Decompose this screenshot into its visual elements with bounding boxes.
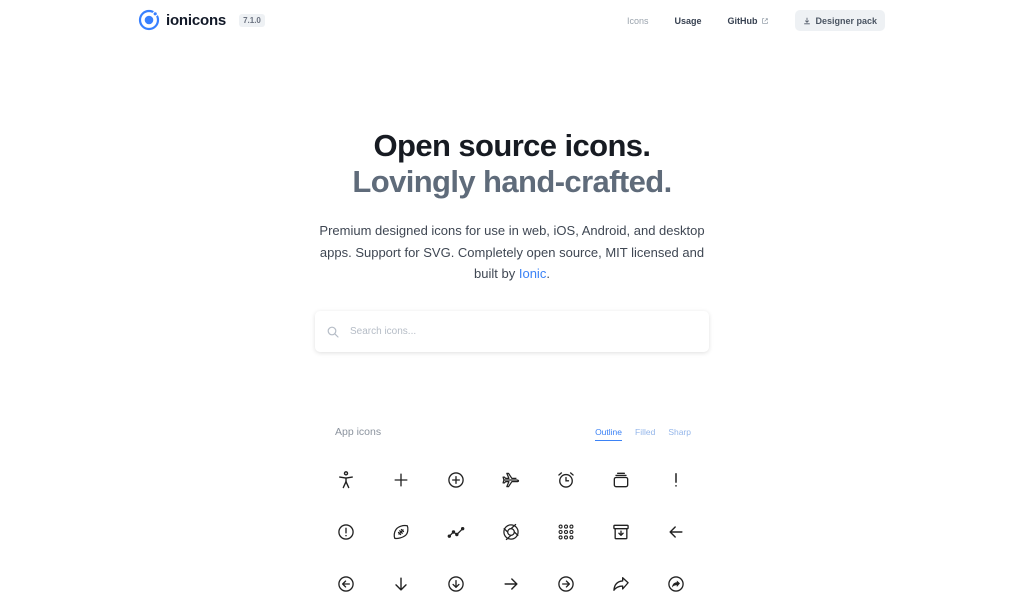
add-circle-icon (448, 472, 464, 488)
arrow-forward-icon (504, 578, 518, 590)
arrow-redo-circle-icon (668, 576, 684, 592)
icon-tile-arrow-forward[interactable] (497, 570, 525, 598)
nav-github-link[interactable]: GitHub (727, 16, 769, 26)
arrow-down-circle-icon (448, 576, 464, 592)
icon-tile-alert[interactable] (662, 466, 690, 494)
icon-tile-airplane[interactable] (497, 466, 525, 494)
icon-tile-arrow-down[interactable] (387, 570, 415, 598)
tab-sharp[interactable]: Sharp (668, 427, 691, 441)
icon-tile-analytics[interactable] (442, 518, 470, 546)
icon-tile-arrow-redo-circle[interactable] (662, 570, 690, 598)
airplane-icon (502, 472, 520, 488)
albums-icon (613, 472, 629, 488)
add-icon (394, 473, 408, 487)
hero-description-end: . (546, 266, 550, 281)
icon-tile-accessibility[interactable] (332, 466, 360, 494)
accessibility-icon (339, 471, 353, 489)
analytics-icon (447, 526, 465, 538)
alert-icon (675, 473, 677, 487)
arrow-forward-circle-icon (558, 576, 574, 592)
arrow-down-icon (395, 577, 407, 591)
alarm-icon (558, 472, 574, 488)
american-football-icon (393, 524, 409, 540)
icon-tile-arrow-down-circle[interactable] (442, 570, 470, 598)
icon-tile-albums[interactable] (607, 466, 635, 494)
ionicons-logo-icon (138, 9, 160, 31)
apps-icon (558, 524, 574, 540)
brand-name: ionicons (166, 11, 227, 29)
ionic-link[interactable]: Ionic (519, 266, 546, 281)
aperture-icon (503, 523, 519, 541)
icon-tile-aperture[interactable] (497, 518, 525, 546)
search-icon (327, 326, 339, 338)
nav-github-label: GitHub (727, 15, 758, 26)
icon-tile-apps[interactable] (552, 518, 580, 546)
external-link-icon (762, 17, 769, 24)
hero-title: Open source icons. (373, 128, 651, 163)
nav-usage-link[interactable]: Usage (674, 16, 701, 26)
icon-tile-arrow-forward-circle[interactable] (552, 570, 580, 598)
icon-variant-tabs: Outline Filled Sharp (582, 427, 691, 441)
icon-tile-archive[interactable] (607, 518, 635, 546)
search-input[interactable] (348, 325, 672, 338)
icon-tile-alert-circle[interactable] (332, 518, 360, 546)
hero-subtitle: Lovingly hand-crafted. (352, 164, 672, 199)
tab-outline[interactable]: Outline (595, 427, 622, 441)
designer-pack-button[interactable]: Designer pack (795, 10, 885, 31)
alert-circle-icon (338, 524, 354, 540)
version-badge: 7.1.0 (239, 13, 265, 27)
brand-logo[interactable]: ionicons 7.1.0 (138, 9, 265, 31)
download-icon (804, 17, 811, 24)
icon-tile-add[interactable] (387, 466, 415, 494)
icon-tile-american-football[interactable] (387, 518, 415, 546)
arrow-back-circle-icon (338, 576, 354, 592)
search-bar[interactable] (315, 311, 709, 352)
nav-icons-link[interactable]: Icons (627, 16, 649, 26)
icon-tile-arrow-back-circle[interactable] (332, 570, 360, 598)
icon-tile-arrow-redo[interactable] (607, 570, 635, 598)
archive-icon (613, 524, 629, 540)
icon-tile-alarm[interactable] (552, 466, 580, 494)
icon-tile-arrow-back[interactable] (662, 518, 690, 546)
icon-tile-add-circle[interactable] (442, 466, 470, 494)
arrow-back-icon (669, 526, 683, 538)
main-nav: Icons Usage GitHub Designer pack (601, 10, 885, 31)
hero-description-text: Premium designed icons for use in web, i… (319, 223, 705, 281)
section-title-app-icons: App icons (335, 426, 382, 438)
arrow-redo-icon (613, 577, 629, 591)
top-header: ionicons 7.1.0 Icons Usage GitHub Design… (0, 0, 1024, 42)
hero-description: Premium designed icons for use in web, i… (317, 220, 707, 285)
designer-pack-label: Designer pack (815, 15, 877, 26)
tab-filled[interactable]: Filled (635, 427, 655, 441)
